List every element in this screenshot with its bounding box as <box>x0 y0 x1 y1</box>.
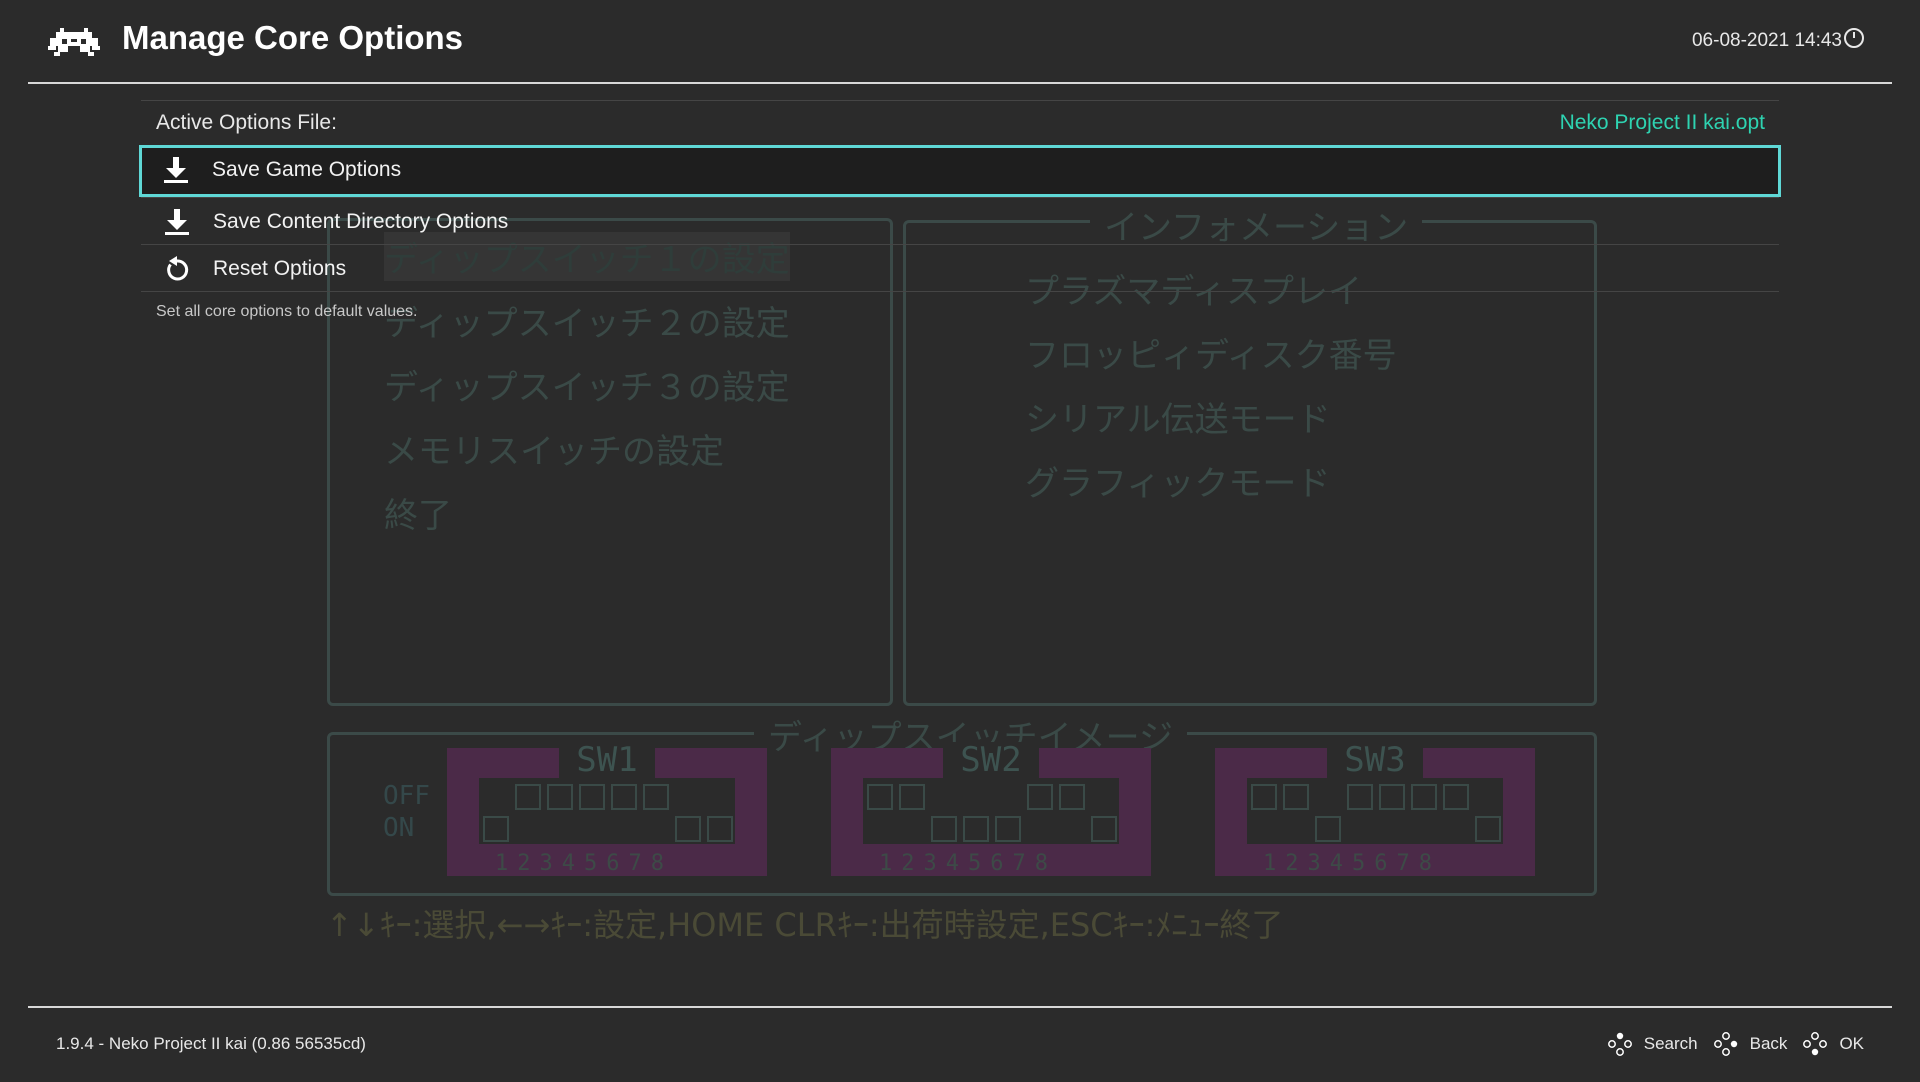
core-options-menu: Active Options File: Neko Project II kai… <box>139 100 1781 321</box>
emulator-help-text: ↑↓ｷｰ:選択,←→ｷｰ:設定,HOME CLRｷｰ:出荷時設定,ESCｷｰ:ﾒ… <box>326 906 1284 944</box>
off-label: OFF <box>383 781 430 811</box>
dip-switch-2-numbers: 12345678 <box>879 851 1057 876</box>
active-options-file-row: Active Options File: Neko Project II kai… <box>141 100 1779 145</box>
active-options-file-label: Active Options File: <box>156 111 337 134</box>
core-version-text: 1.9.4 - Neko Project II kai (0.86 56535c… <box>56 1034 366 1053</box>
download-icon <box>165 209 189 235</box>
back-action[interactable]: Back <box>1713 1032 1788 1056</box>
menu-sublabel: Set all core options to default values. <box>141 291 1779 321</box>
clock-icon <box>1844 28 1864 48</box>
header-bar: Manage Core Options 06-08-2021 14:43 <box>28 0 1892 84</box>
ok-action[interactable]: OK <box>1803 1032 1864 1056</box>
on-label: ON <box>383 813 415 843</box>
reset-icon <box>167 256 189 281</box>
search-action-label: Search <box>1643 1034 1698 1053</box>
dip-switch-1-label: SW1 <box>559 742 655 778</box>
menu-item-save-content-directory-options[interactable]: Save Content Directory Options <box>141 197 1779 244</box>
dip-switch-1-numbers: 12345678 <box>495 851 673 876</box>
gamepad-button-icon <box>1713 1032 1737 1056</box>
clock: 06-08-2021 14:43 <box>1692 28 1864 52</box>
datetime-text: 06-08-2021 14:43 <box>1691 30 1842 51</box>
menu-item-reset-options[interactable]: Reset Options <box>141 244 1779 291</box>
menu-item-label: Reset Options <box>213 257 347 280</box>
page-title: Manage Core Options <box>122 19 464 56</box>
gamepad-button-icon <box>1607 1032 1632 1056</box>
gamepad-button-icon <box>1803 1032 1828 1056</box>
menu-item-save-game-options[interactable]: Save Game Options <box>139 145 1781 197</box>
dip-switch-2-label: SW2 <box>943 742 1039 778</box>
bg-info-item-2: フロッピィディスク番号 <box>1025 336 1397 376</box>
download-icon <box>164 157 188 183</box>
search-action[interactable]: Search <box>1607 1032 1698 1056</box>
bg-menu-item-4: メモリスイッチの設定 <box>384 432 724 472</box>
dip-switch-1: SW1 12345678 <box>447 742 767 876</box>
menu-item-label: Save Game Options <box>212 158 402 181</box>
active-options-file-value: Neko Project II kai.opt <box>1559 111 1765 134</box>
footer-bar: 1.9.4 - Neko Project II kai (0.86 56535c… <box>28 1006 1892 1082</box>
menu-item-label: Save Content Directory Options <box>213 210 509 233</box>
ok-action-label: OK <box>1839 1034 1864 1053</box>
footer-actions: Search Back OK <box>1602 1032 1864 1056</box>
back-action-label: Back <box>1749 1034 1788 1053</box>
bg-menu-item-5: 終了 <box>384 496 452 536</box>
dip-switch-3-label: SW3 <box>1327 742 1423 778</box>
dip-switch-3-numbers: 12345678 <box>1263 851 1441 876</box>
dip-switch-3: SW3 12345678 <box>1215 742 1535 876</box>
bg-info-item-4: グラフィックモード <box>1025 464 1331 504</box>
bg-info-item-3: シリアル伝送モード <box>1025 400 1331 440</box>
dip-switch-2: SW2 12345678 <box>831 742 1151 876</box>
retroarch-logo-icon <box>48 28 100 56</box>
bg-menu-item-3: ディップスイッチ３の設定 <box>384 368 790 408</box>
